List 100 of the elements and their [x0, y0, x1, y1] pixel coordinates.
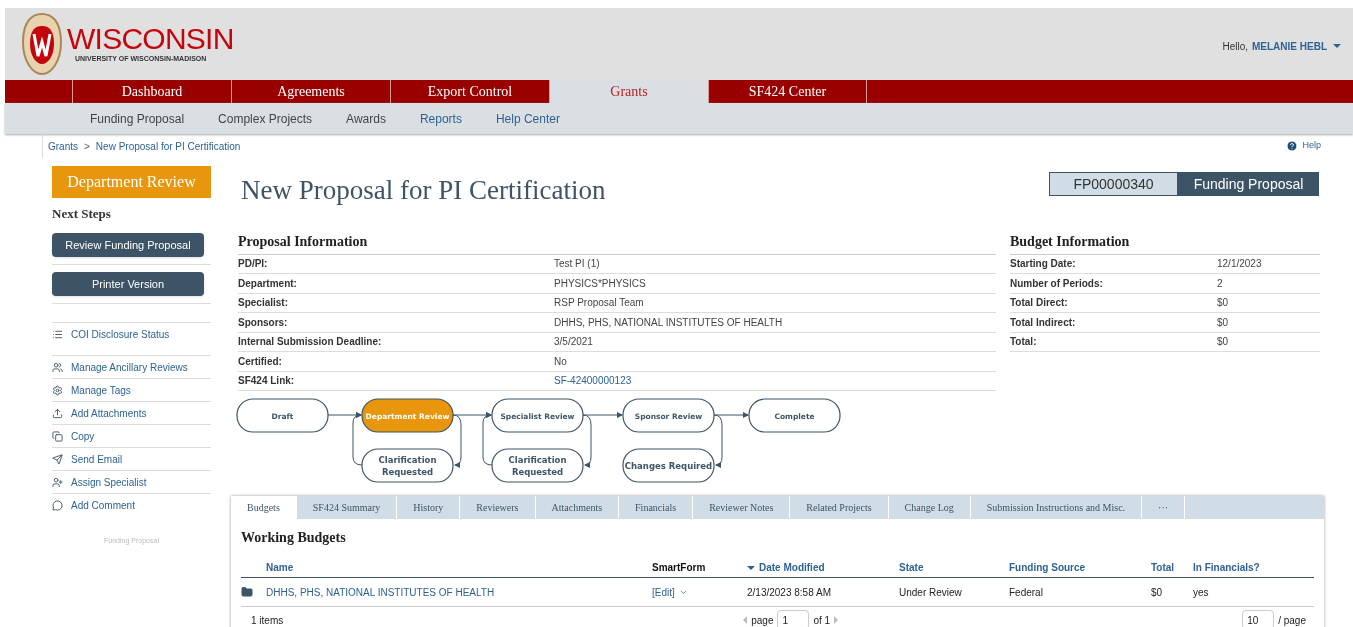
- sort-icon: [747, 565, 755, 570]
- comment-icon: [52, 499, 63, 511]
- field-label: Starting Date:: [1010, 257, 1077, 272]
- nav-tab[interactable]: Grants: [549, 80, 708, 103]
- edit-menu[interactable]: [Edit]: [652, 584, 747, 600]
- caret-icon: [1333, 44, 1341, 48]
- sidebar-action[interactable]: Manage Tags: [52, 378, 211, 401]
- workflow-step: Changes Required: [622, 448, 715, 483]
- table-cell-text: 2/13/2023 8:58 AM: [747, 585, 832, 600]
- field-value: $0: [1217, 315, 1229, 330]
- upload-icon: [52, 407, 63, 419]
- field-value: 12/1/2023: [1217, 257, 1262, 272]
- content-tab[interactable]: Budgets: [231, 496, 297, 519]
- field-value: DHHS, PHS, NATIONAL INSTITUTES OF HEALTH: [554, 315, 783, 330]
- field-value: Test PI (1): [554, 257, 600, 272]
- record-id: FP00000340: [1049, 172, 1178, 196]
- sub-nav-link[interactable]: Funding Proposal: [90, 109, 185, 128]
- sub-nav-link[interactable]: Reports: [419, 109, 462, 128]
- help-icon: [1286, 140, 1299, 152]
- content-tab[interactable]: Related Projects: [790, 496, 889, 519]
- item-count: 1 items: [251, 613, 284, 627]
- section-heading: Proposal Information: [238, 230, 996, 255]
- column-header[interactable]: Funding Source: [1009, 560, 1151, 575]
- field-label: Total:: [1010, 335, 1038, 350]
- content-tab[interactable]: History: [397, 496, 461, 519]
- sub-nav-link[interactable]: Help Center: [495, 109, 560, 128]
- content-tab[interactable]: Attachments: [535, 496, 620, 519]
- page-input[interactable]: 1: [777, 610, 810, 627]
- field-label: Department:: [238, 276, 298, 291]
- settings-icon: [52, 384, 63, 396]
- column-header[interactable]: Name: [266, 560, 652, 575]
- crest-logo-icon: [21, 12, 63, 76]
- column-header[interactable]: State: [899, 560, 1009, 575]
- section-heading: Budget Information: [1010, 230, 1320, 255]
- field-label: Specialist:: [238, 296, 290, 311]
- sidebar-action[interactable]: Manage Ancillary Reviews: [52, 355, 211, 378]
- action-button[interactable]: Review Funding Proposal: [52, 232, 204, 257]
- field-label: PD/PI:: [238, 257, 269, 272]
- send-icon: [52, 453, 63, 465]
- field-value: 2: [1217, 276, 1223, 291]
- field-value: No: [554, 354, 567, 369]
- table-cell-text: Federal: [1009, 585, 1044, 600]
- breadcrumb-link[interactable]: New Proposal for PI Certification: [95, 138, 241, 154]
- status-badge: Department Review: [52, 166, 211, 198]
- table-cell-text: $0: [1151, 585, 1164, 600]
- sf424-link[interactable]: SF-42400000123: [554, 373, 632, 389]
- add-user-icon: [52, 476, 63, 488]
- content-tab[interactable]: Financials: [619, 496, 694, 519]
- column-header[interactable]: In Financials?: [1193, 560, 1314, 575]
- next-steps-heading: Next Steps: [52, 205, 112, 223]
- field-label: Total Indirect:: [1010, 315, 1077, 330]
- field-value: $0: [1217, 335, 1229, 350]
- users-icon: [52, 361, 63, 373]
- content-tab[interactable]: Reviewer Notes: [693, 496, 791, 519]
- content-tab[interactable]: SF424 Summary: [296, 496, 398, 519]
- list-icon: [52, 328, 63, 340]
- column-header[interactable]: SmartForm: [652, 560, 747, 575]
- per-page-label: / page: [1278, 613, 1306, 627]
- page-title: New Proposal for PI Certification: [241, 174, 606, 207]
- sub-nav-link[interactable]: Complex Projects: [218, 109, 313, 128]
- sub-nav-link[interactable]: Awards: [346, 109, 386, 128]
- next-page-icon: [834, 616, 839, 624]
- budget-link[interactable]: DHHS, PHS, NATIONAL INSTITUTES OF HEALTH: [266, 584, 652, 600]
- user-menu[interactable]: MELANIE HEBL: [1252, 38, 1341, 54]
- sidebar-action[interactable]: Assign Specialist: [52, 470, 211, 493]
- sidebar-action[interactable]: Send Email: [52, 447, 211, 470]
- content-tab[interactable]: Submission Instructions and Misc.: [970, 496, 1143, 519]
- sidebar-action[interactable]: Add Attachments: [52, 401, 211, 424]
- page-label: page: [751, 613, 774, 627]
- table-cell-text: Under Review: [899, 585, 963, 600]
- breadcrumb-separator: >: [84, 139, 90, 154]
- action-button[interactable]: Printer Version: [52, 272, 204, 296]
- field-label: Number of Periods:: [1010, 276, 1104, 291]
- section-heading: Working Budgets: [241, 529, 347, 547]
- field-label: Internal Submission Deadline:: [238, 335, 383, 350]
- field-value: RSP Proposal Team: [554, 296, 644, 311]
- logo-title: WISCONSIN: [67, 23, 234, 54]
- sidebar-action[interactable]: Copy: [52, 424, 211, 447]
- field-label: SF424 Link:: [238, 374, 296, 389]
- content-tab[interactable]: Change Log: [888, 496, 971, 519]
- column-header[interactable]: Total: [1151, 560, 1193, 575]
- field-value: $0: [1217, 296, 1229, 311]
- workflow-step: Clarification Requested: [361, 448, 454, 483]
- prev-page-icon: [743, 616, 748, 624]
- record-type: Funding Proposal: [1178, 172, 1319, 196]
- page-size-input[interactable]: 10: [1242, 610, 1275, 627]
- column-header[interactable]: Date Modified: [747, 560, 899, 575]
- folder-icon: [241, 586, 253, 598]
- sidebar-action[interactable]: Add Comment: [52, 493, 211, 516]
- sidebar-action[interactable]: COI Disclosure Status: [52, 322, 211, 345]
- field-label: Total Direct:: [1010, 296, 1069, 311]
- field-value: 3/5/2021: [554, 335, 593, 350]
- field-value: PHYSICS*PHYSICS: [554, 276, 646, 291]
- page-total: of 1: [813, 613, 831, 627]
- content-tab[interactable]: ···: [1142, 496, 1186, 519]
- workflow-step: Clarification Requested: [491, 448, 584, 483]
- help-link[interactable]: Help: [1286, 139, 1321, 153]
- content-tab[interactable]: Reviewers: [460, 496, 536, 519]
- field-label: Certified:: [238, 354, 283, 369]
- breadcrumb-link[interactable]: Grants: [48, 138, 78, 154]
